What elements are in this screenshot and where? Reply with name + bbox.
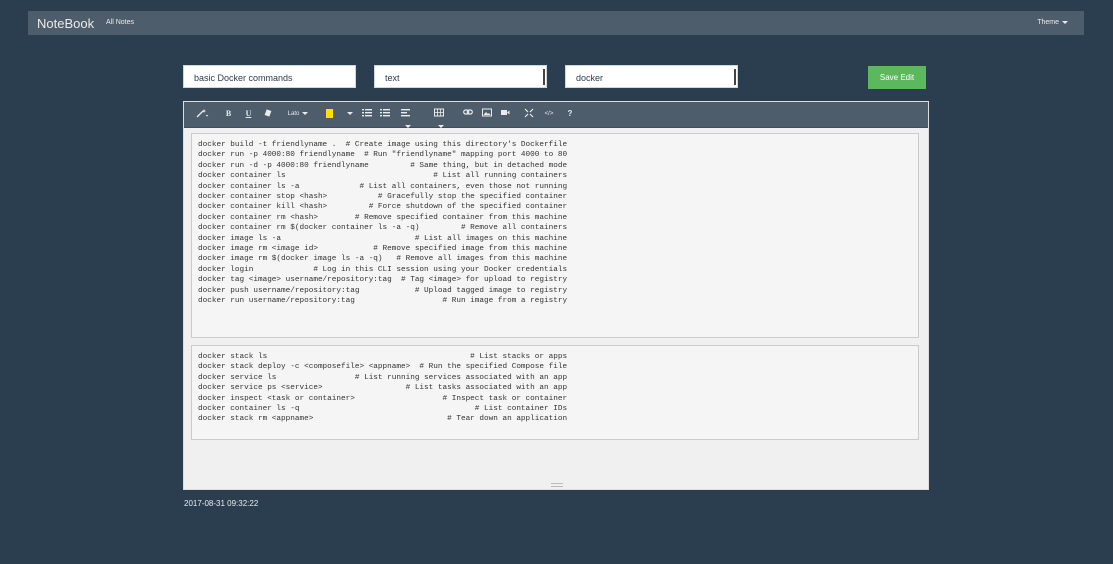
- save-edit-button[interactable]: Save Edit: [868, 66, 926, 89]
- note-title-input[interactable]: basic Docker commands: [183, 65, 356, 88]
- editor-toolbar: B U Lato </> ?: [184, 102, 928, 129]
- font-name-label: Lato: [287, 111, 300, 117]
- eraser-icon[interactable]: [264, 108, 273, 120]
- color-dropdown-caret-icon[interactable]: [344, 108, 353, 120]
- unordered-list-icon[interactable]: [362, 108, 372, 120]
- code-block-docker-stack[interactable]: docker stack ls # List stacks or apps do…: [191, 345, 919, 440]
- note-timestamp: 2017-08-31 09:32:22: [184, 499, 259, 508]
- underline-button[interactable]: U: [244, 108, 253, 120]
- code-view-button[interactable]: </>: [542, 108, 556, 120]
- navbar: NoteBook All Notes Theme: [28, 11, 1084, 35]
- highlight-color-button[interactable]: [326, 109, 333, 118]
- picture-icon[interactable]: [482, 108, 492, 120]
- bold-button[interactable]: B: [224, 108, 233, 120]
- note-tag-select[interactable]: docker: [565, 65, 738, 88]
- code-block-docker-basic[interactable]: docker build -t friendlyname . # Create …: [191, 133, 919, 338]
- ordered-list-icon[interactable]: [380, 108, 390, 120]
- link-icon[interactable]: [463, 108, 473, 120]
- resize-handle[interactable]: [551, 483, 563, 487]
- theme-dropdown[interactable]: Theme: [1037, 19, 1068, 26]
- rich-text-editor: B U Lato </> ? docker build -t friendlyn…: [183, 101, 929, 490]
- paragraph-align-icon[interactable]: [398, 108, 414, 129]
- magic-wand-icon[interactable]: [194, 108, 210, 120]
- theme-label: Theme: [1037, 19, 1059, 26]
- help-button[interactable]: ?: [566, 108, 574, 120]
- note-type-select[interactable]: text: [374, 65, 547, 88]
- font-name-dropdown[interactable]: Lato: [287, 108, 309, 120]
- video-icon[interactable]: [500, 108, 510, 120]
- table-icon[interactable]: [430, 108, 448, 129]
- caret-down-icon: [302, 111, 309, 115]
- fullscreen-icon[interactable]: [524, 108, 534, 120]
- nav-link-all-notes[interactable]: All Notes: [106, 19, 134, 26]
- caret-down-icon: [1062, 20, 1068, 24]
- brand-link[interactable]: NoteBook: [37, 16, 94, 31]
